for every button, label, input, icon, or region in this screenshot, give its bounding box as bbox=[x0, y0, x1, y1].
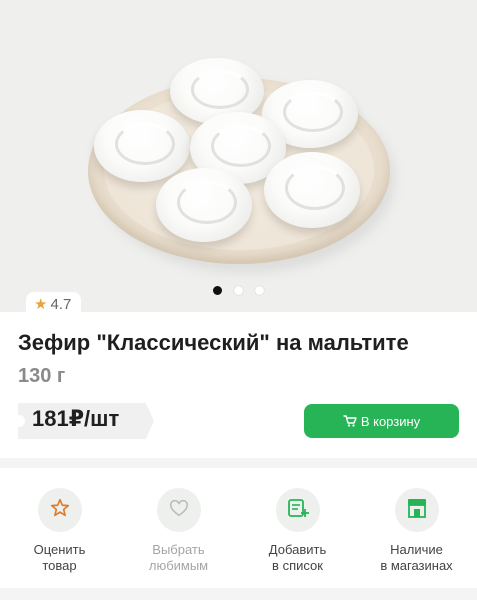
gallery-dot-active[interactable] bbox=[213, 286, 222, 295]
cart-icon bbox=[343, 415, 357, 427]
label-line: товар bbox=[42, 558, 77, 573]
action-icon-circle bbox=[156, 488, 201, 532]
label-line: в список bbox=[272, 558, 323, 573]
label-line: Наличие bbox=[390, 542, 443, 557]
product-price: 181₽/шт bbox=[32, 406, 120, 431]
label-line: Оценить bbox=[33, 542, 86, 557]
action-icon-circle bbox=[275, 488, 320, 532]
favorite-button[interactable]: Выбрать любимым bbox=[119, 478, 238, 574]
action-icon-circle bbox=[37, 488, 82, 532]
label-line: Добавить bbox=[268, 542, 327, 557]
store-availability-label: Наличие в магазинах bbox=[380, 542, 452, 574]
section-divider bbox=[0, 458, 477, 468]
product-weight: 130 г bbox=[18, 365, 66, 387]
favorite-label: Выбрать любимым bbox=[149, 542, 208, 574]
add-to-list-button[interactable]: Добавить в список bbox=[238, 478, 357, 574]
action-icon-circle bbox=[394, 488, 439, 532]
rating-badge: ★ 4.7 bbox=[26, 292, 82, 316]
store-availability-button[interactable]: Наличие в магазинах bbox=[357, 478, 476, 574]
rate-product-label: Оценить товар bbox=[34, 542, 86, 574]
bottom-divider bbox=[0, 588, 477, 600]
add-to-cart-button[interactable]: В корзину bbox=[304, 404, 459, 438]
product-title: Зефир "Классический" на мальтите bbox=[18, 330, 409, 355]
marshmallow bbox=[94, 110, 190, 182]
add-to-list-icon bbox=[286, 497, 310, 524]
heart-outline-icon bbox=[168, 497, 190, 524]
store-icon bbox=[405, 497, 429, 524]
marshmallow bbox=[156, 168, 252, 242]
add-to-list-label: Добавить в список bbox=[269, 542, 326, 574]
star-icon: ★ bbox=[34, 295, 48, 313]
add-to-cart-label: В корзину bbox=[360, 413, 421, 429]
marshmallow bbox=[264, 152, 360, 228]
label-line: в магазинах bbox=[380, 558, 453, 573]
product-image-gallery[interactable] bbox=[0, 0, 477, 312]
gallery-dot[interactable] bbox=[234, 286, 243, 295]
gallery-dot[interactable] bbox=[255, 286, 264, 295]
product-actions: Оценить товар Выбрать любимым Добавить в… bbox=[0, 478, 477, 574]
label-line: Выбрать bbox=[152, 542, 205, 557]
rating-value: 4.7 bbox=[50, 295, 72, 313]
star-outline-icon bbox=[49, 497, 71, 524]
label-line: любимым bbox=[148, 558, 209, 573]
rate-product-button[interactable]: Оценить товар bbox=[0, 478, 119, 574]
